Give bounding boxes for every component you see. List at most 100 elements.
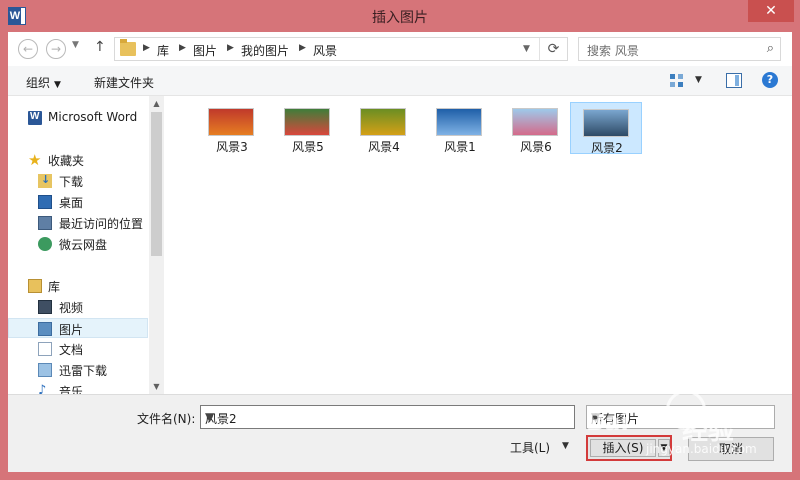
scrollbar-thumb[interactable]	[151, 112, 162, 256]
pictures-icon	[38, 322, 52, 336]
chevron-right-icon[interactable]: ▶	[227, 43, 234, 53]
recent-locations-dropdown-icon[interactable]: ▼	[72, 40, 79, 50]
title-bar[interactable]: 插入图片 ✕	[0, 0, 800, 32]
file-item[interactable]: 风景4	[348, 102, 420, 154]
chevron-right-icon[interactable]: ▶	[299, 43, 306, 53]
image-thumbnail	[360, 108, 406, 136]
filename-input[interactable]: 风景2 ▼	[200, 405, 575, 429]
sidebar-item-music[interactable]: ♪ 音乐	[8, 381, 148, 395]
scroll-up-arrow-icon[interactable]: ▲	[149, 96, 164, 111]
star-icon: ★	[28, 151, 42, 169]
image-thumbnail	[284, 108, 330, 136]
filename-label: 文件名(N):	[137, 412, 196, 426]
chevron-right-icon[interactable]: ▶	[179, 43, 186, 53]
file-name: 风景4	[368, 140, 400, 154]
sidebar-item-label: 下载	[59, 175, 84, 189]
sidebar-item-libraries[interactable]: 库	[8, 276, 148, 296]
sidebar-item-favorites[interactable]: ★ 收藏夹	[8, 150, 148, 170]
library-icon	[28, 279, 42, 293]
back-button[interactable]: ←	[18, 39, 38, 59]
cloud-drive-icon	[38, 237, 52, 251]
sidebar-item-label: 桌面	[59, 196, 84, 210]
search-input[interactable]: 搜索 风景	[587, 42, 639, 59]
address-dropdown-icon[interactable]: ▼	[523, 44, 530, 54]
breadcrumb-item-current[interactable]: 风景	[313, 42, 337, 59]
address-bar[interactable]: ▶ 库 ▶ 图片 ▶ 我的图片 ▶ 风景 ▼ ⟳	[114, 37, 568, 61]
organize-label: 组织	[26, 76, 51, 90]
tools-dropdown-icon[interactable]: ▼	[562, 441, 569, 451]
file-item[interactable]: 风景3	[196, 102, 268, 154]
navigation-bar: ← → ▼ ↑ ▶ 库 ▶ 图片 ▶ 我的图片 ▶ 风景 ▼ ⟳ 搜索 风景 ⌕	[8, 32, 792, 66]
watermark-url: jingyan.baidu.com	[646, 442, 757, 456]
sidebar-item-label: 音乐	[59, 385, 84, 394]
desktop-icon	[38, 195, 52, 209]
change-view-icon[interactable]	[670, 74, 684, 88]
file-item-selected[interactable]: 风景2	[570, 102, 642, 155]
breadcrumb-item[interactable]: 图片	[193, 42, 217, 59]
command-toolbar: 组织 ▼ 新建文件夹 ▼ ?	[8, 66, 792, 96]
search-box[interactable]: 搜索 风景 ⌕	[578, 37, 781, 61]
music-icon: ♪	[38, 383, 47, 395]
search-icon[interactable]: ⌕	[767, 41, 774, 56]
sidebar-item-label: 图片	[59, 323, 84, 337]
preview-pane-icon[interactable]	[726, 73, 742, 88]
image-thumbnail	[512, 108, 558, 136]
word-icon	[28, 111, 42, 125]
refresh-button[interactable]: ⟳	[539, 38, 567, 60]
forward-button[interactable]: →	[46, 39, 66, 59]
documents-icon	[38, 342, 52, 356]
chevron-right-icon[interactable]: ▶	[143, 43, 150, 53]
navigation-pane[interactable]: Microsoft Word ★ 收藏夹 下载 桌面 最近访问的位置 微云网盘	[8, 96, 164, 394]
sidebar-item-label: 最近访问的位置	[59, 217, 144, 231]
sidebar-item-recent-places[interactable]: 最近访问的位置	[8, 213, 148, 233]
video-icon	[38, 300, 52, 314]
file-name: 风景6	[520, 140, 552, 154]
sidebar-item-label: 微云网盘	[59, 238, 108, 252]
sidebar-item-label: 文档	[59, 343, 84, 357]
sidebar-item-label: Microsoft Word	[48, 110, 138, 124]
recent-places-icon	[38, 216, 52, 230]
file-name: 风景2	[591, 141, 623, 155]
sidebar-item-label: 收藏夹	[48, 154, 85, 168]
dialog-window: 插入图片 ✕ ← → ▼ ↑ ▶ 库 ▶ 图片 ▶ 我的图片 ▶ 风景 ▼ ⟳	[0, 0, 800, 480]
sidebar-item-label: 视频	[59, 301, 84, 315]
watermark-bai: Bai	[586, 408, 629, 436]
help-icon[interactable]: ?	[762, 72, 778, 88]
sidebar-item-microsoft-word[interactable]: Microsoft Word	[8, 108, 148, 128]
file-name: 风景1	[444, 140, 476, 154]
file-name: 风景5	[292, 140, 324, 154]
downloads-icon	[38, 173, 52, 188]
scroll-down-arrow-icon[interactable]: ▼	[149, 379, 164, 394]
breadcrumb-item[interactable]: 我的图片	[241, 42, 289, 59]
sidebar-item-videos[interactable]: 视频	[8, 297, 148, 317]
file-name: 风景3	[216, 140, 248, 154]
thunder-download-icon	[38, 363, 52, 377]
sidebar-item-label: 库	[48, 280, 61, 294]
sidebar-item-downloads[interactable]: 下载	[8, 171, 148, 191]
close-button[interactable]: ✕	[748, 0, 794, 22]
organize-button[interactable]: 组织 ▼	[26, 74, 61, 91]
baidu-jingyan-watermark: Bai 经验 jingyan.baidu.com	[586, 384, 786, 464]
image-thumbnail	[436, 108, 482, 136]
file-item[interactable]: 风景6	[500, 102, 572, 154]
image-thumbnail	[208, 108, 254, 136]
window-title: 插入图片	[372, 10, 428, 26]
sidebar-item-weiyun[interactable]: 微云网盘	[8, 234, 148, 254]
sidebar-item-desktop[interactable]: 桌面	[8, 192, 148, 212]
image-thumbnail	[583, 109, 629, 137]
file-list[interactable]: 风景3 风景5 风景4 风景1 风景6 风景2	[164, 96, 792, 394]
chevron-down-icon: ▼	[54, 80, 61, 90]
sidebar-item-documents[interactable]: 文档	[8, 339, 148, 359]
up-button[interactable]: ↑	[94, 39, 106, 55]
sidebar-item-label: 迅雷下载	[59, 364, 108, 378]
file-item[interactable]: 风景5	[272, 102, 344, 154]
filename-dropdown-icon[interactable]: ▼	[205, 410, 570, 424]
sidebar-item-pictures[interactable]: 图片	[8, 318, 148, 338]
new-folder-button[interactable]: 新建文件夹	[94, 74, 154, 91]
breadcrumb-item[interactable]: 库	[157, 42, 169, 59]
view-options-dropdown-icon[interactable]: ▼	[695, 75, 702, 85]
tools-button[interactable]: 工具(L)	[510, 439, 550, 456]
sidebar-scrollbar[interactable]: ▲ ▼	[149, 96, 164, 394]
file-item[interactable]: 风景1	[424, 102, 496, 154]
sidebar-item-thunder-downloads[interactable]: 迅雷下载	[8, 360, 148, 380]
